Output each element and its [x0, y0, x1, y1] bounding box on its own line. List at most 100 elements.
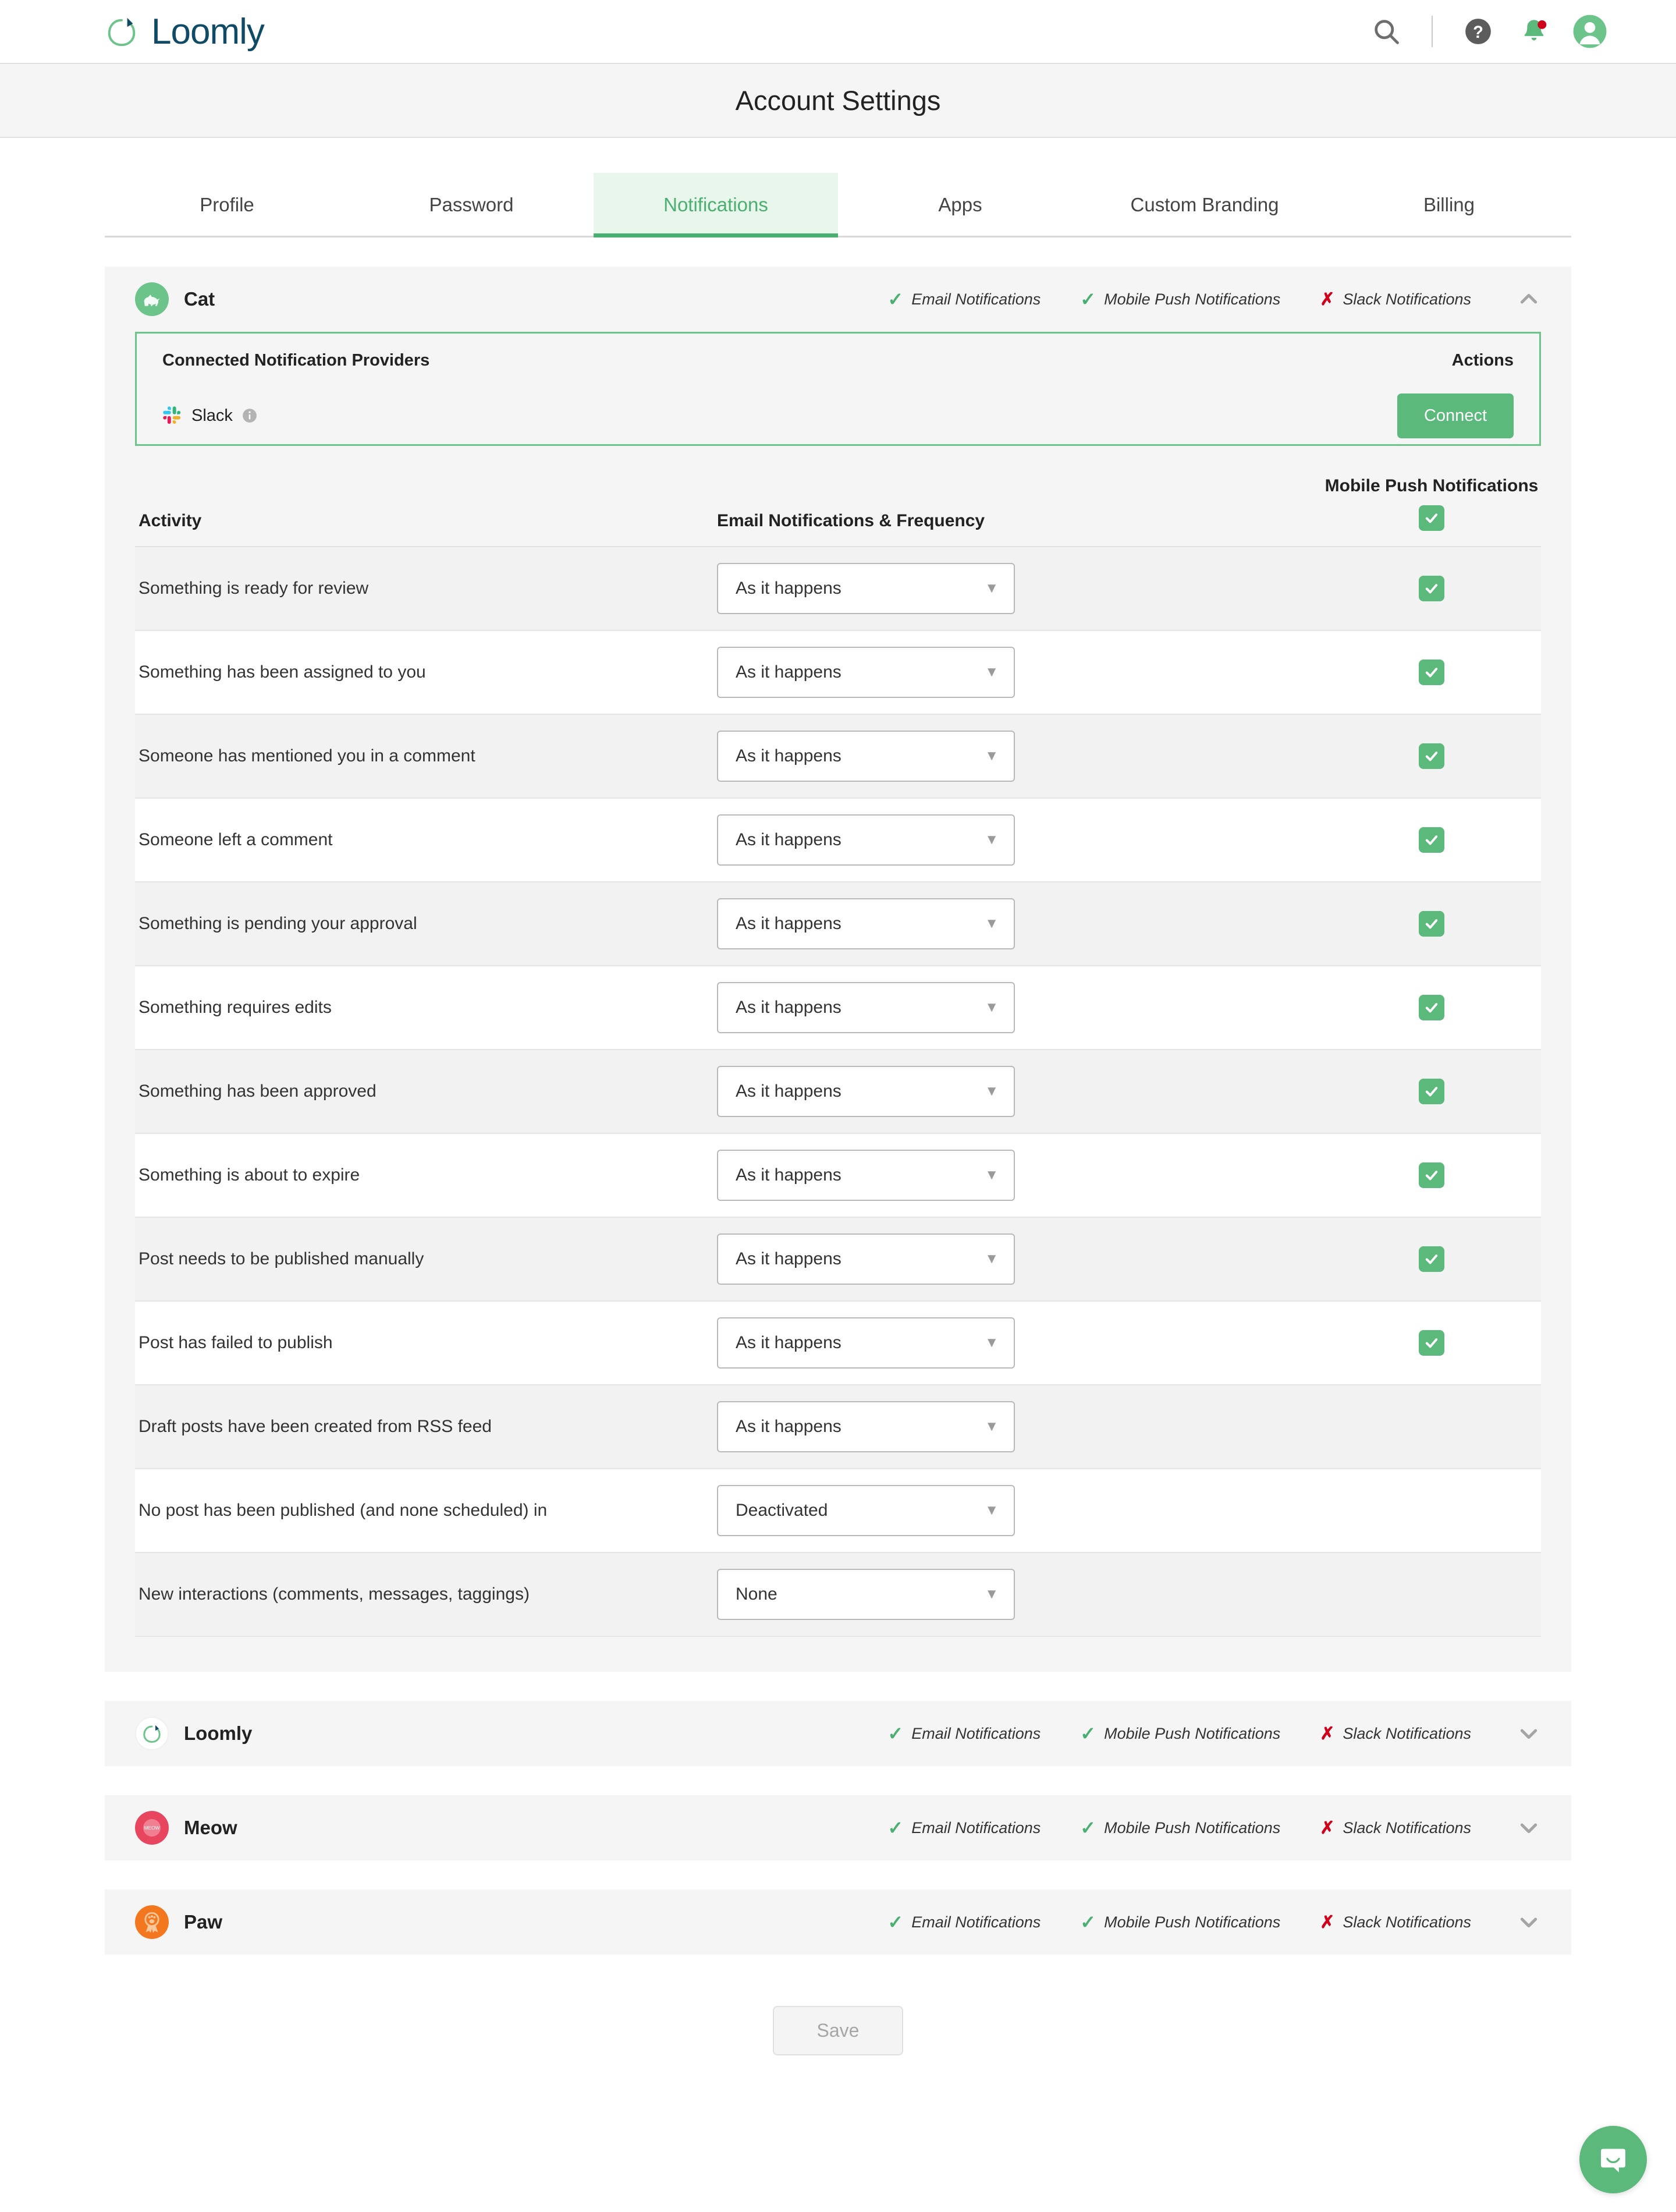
frequency-select-cell: As it happens ▼	[717, 647, 1322, 698]
chat-bubble-icon[interactable]	[1579, 2126, 1647, 2193]
save-button[interactable]: Save	[772, 2006, 904, 2055]
frequency-select[interactable]: As it happens ▼	[717, 1066, 1015, 1117]
chevron-down-icon: ▼	[985, 1335, 999, 1350]
frequency-select[interactable]: As it happens ▼	[717, 731, 1015, 782]
frequency-select[interactable]: As it happens ▼	[717, 1317, 1015, 1369]
push-checkbox[interactable]	[1419, 911, 1444, 937]
help-circle-icon[interactable]: ?	[1450, 3, 1506, 59]
tab-notifications[interactable]: Notifications	[594, 173, 838, 237]
push-checkbox[interactable]	[1419, 827, 1444, 853]
tab-password[interactable]: Password	[349, 173, 594, 236]
push-checkbox[interactable]	[1419, 1246, 1444, 1272]
push-checkbox[interactable]	[1419, 1162, 1444, 1188]
nav-divider	[1432, 16, 1433, 47]
check-icon: ✓	[1080, 1912, 1096, 1933]
tab-billing[interactable]: Billing	[1327, 173, 1571, 236]
chevron-down-icon: ▼	[985, 1251, 999, 1267]
push-checkbox-cell	[1322, 1162, 1541, 1188]
status-email-loomly: ✓ Email Notifications	[887, 1722, 1041, 1745]
frequency-select[interactable]: As it happens ▼	[717, 1150, 1015, 1201]
chevron-down-icon: ▼	[985, 580, 999, 596]
account-header-loomly[interactable]: Loomly ✓ Email Notifications ✓ Mobile Pu…	[105, 1701, 1571, 1766]
push-checkbox[interactable]	[1419, 995, 1444, 1020]
frequency-select-value: As it happens	[736, 914, 841, 933]
account-name-meow: Meow	[184, 1817, 237, 1838]
search-icon[interactable]	[1358, 3, 1414, 59]
frequency-select[interactable]: As it happens ▼	[717, 898, 1015, 949]
check-icon: ✓	[1080, 1817, 1096, 1838]
tab-profile[interactable]: Profile	[105, 173, 349, 236]
status-push-loomly: ✓ Mobile Push Notifications	[1080, 1722, 1280, 1745]
activity-row: Something is ready for review As it happe…	[135, 547, 1541, 631]
account-header-meow[interactable]: MEOW Meow ✓ Email Notifications ✓ Mobile…	[105, 1795, 1571, 1860]
activity-label: Something has been approved	[139, 1082, 377, 1101]
status-slack-meow: ✗ Slack Notifications	[1320, 1818, 1471, 1838]
check-icon: ✓	[1080, 1723, 1096, 1744]
frequency-select-value: As it happens	[736, 579, 841, 598]
push-checkbox[interactable]	[1419, 743, 1444, 769]
bell-icon[interactable]	[1506, 3, 1562, 59]
frequency-select-cell: As it happens ▼	[717, 898, 1322, 949]
frequency-select-value: As it happens	[736, 1165, 841, 1185]
svg-text:?: ?	[1473, 23, 1483, 42]
frequency-select[interactable]: As it happens ▼	[717, 1401, 1015, 1452]
chevron-down-icon[interactable]	[1515, 1720, 1542, 1747]
chevron-up-icon[interactable]	[1515, 286, 1542, 313]
cross-icon: ✗	[1320, 1724, 1335, 1743]
status-email-paw: ✓ Email Notifications	[887, 1911, 1041, 1933]
push-checkbox-cell	[1322, 1246, 1541, 1272]
select-all-push-checkbox[interactable]	[1419, 505, 1444, 531]
chevron-down-icon: ▼	[985, 748, 999, 764]
frequency-select-cell: As it happens ▼	[717, 1066, 1322, 1117]
paw-badge-icon	[144, 1912, 159, 1933]
activity-label: Something is ready for review	[139, 579, 369, 598]
status-slack-label: Slack Notifications	[1343, 290, 1471, 308]
providers-title: Connected Notification Providers	[162, 350, 430, 370]
user-avatar-icon[interactable]	[1562, 3, 1618, 59]
chevron-down-icon[interactable]	[1515, 1909, 1542, 1936]
paw-avatar	[135, 1905, 169, 1939]
connect-slack-button[interactable]: Connect	[1397, 393, 1514, 438]
provider-row-slack: Slack Connect	[162, 387, 1514, 444]
frequency-select[interactable]: As it happens ▼	[717, 982, 1015, 1033]
save-section: Save	[0, 1955, 1676, 2096]
status-slack-label: Slack Notifications	[1343, 1913, 1471, 1931]
frequency-select[interactable]: Deactivated ▼	[717, 1485, 1015, 1536]
account-header-paw[interactable]: Paw ✓ Email Notifications ✓ Mobile Push …	[105, 1890, 1571, 1955]
status-push-cat: ✓ Mobile Push Notifications	[1080, 288, 1280, 310]
tab-custom-branding[interactable]: Custom Branding	[1082, 173, 1327, 236]
top-navigation-bar: Loomly ?	[0, 0, 1676, 64]
frequency-select[interactable]: As it happens ▼	[717, 563, 1015, 614]
activity-row: Post needs to be published manually As it…	[135, 1218, 1541, 1302]
frequency-select-cell: As it happens ▼	[717, 982, 1322, 1033]
cross-icon: ✗	[1320, 1818, 1335, 1838]
frequency-select[interactable]: As it happens ▼	[717, 647, 1015, 698]
push-checkbox-cell	[1322, 660, 1541, 685]
push-checkbox[interactable]	[1419, 1330, 1444, 1356]
page-title: Account Settings	[735, 85, 941, 116]
tab-apps[interactable]: Apps	[838, 173, 1082, 236]
brand-logo[interactable]: Loomly	[105, 11, 265, 52]
meow-badge-icon: MEOW	[143, 1819, 161, 1837]
frequency-select[interactable]: None ▼	[717, 1569, 1015, 1620]
frequency-select[interactable]: As it happens ▼	[717, 1233, 1015, 1285]
chevron-down-icon: ▼	[985, 916, 999, 931]
chevron-down-icon: ▼	[985, 1419, 999, 1434]
activity-label: Post has failed to publish	[139, 1333, 333, 1352]
tabs-section: Profile Password Notifications Apps Cust…	[0, 138, 1676, 237]
push-checkbox-cell	[1322, 743, 1541, 769]
chevron-down-icon[interactable]	[1515, 1814, 1542, 1841]
activity-row: Something is pending your approval As it …	[135, 882, 1541, 966]
frequency-select-value: As it happens	[736, 1082, 841, 1101]
frequency-select-cell: As it happens ▼	[717, 1401, 1322, 1452]
activity-row: Someone left a comment As it happens ▼	[135, 799, 1541, 882]
info-icon[interactable]	[242, 408, 257, 423]
push-checkbox-cell	[1322, 1079, 1541, 1104]
push-checkbox[interactable]	[1419, 1079, 1444, 1104]
push-checkbox[interactable]	[1419, 576, 1444, 601]
frequency-select[interactable]: As it happens ▼	[717, 814, 1015, 866]
push-checkbox[interactable]	[1419, 660, 1444, 685]
account-header-cat[interactable]: Cat ✓ Email Notifications ✓ Mobile Push …	[105, 267, 1571, 332]
activity-label: No post has been published (and none sch…	[139, 1501, 548, 1520]
check-icon: ✓	[887, 1723, 904, 1744]
